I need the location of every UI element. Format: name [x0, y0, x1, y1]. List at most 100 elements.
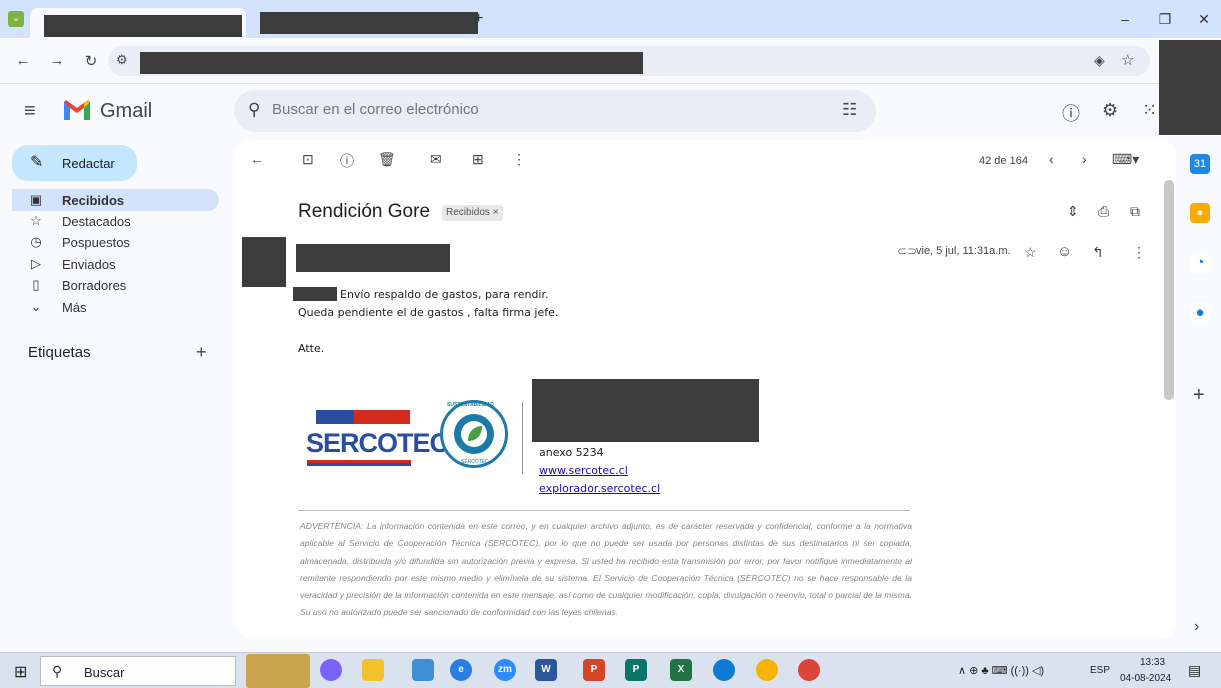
reply-icon[interactable]: ↰ — [1092, 244, 1104, 261]
clock-date[interactable]: 04-08-2024 — [1120, 673, 1171, 684]
system-tray-icons[interactable]: ∧ ⊕ ♣ ⌨ ((·)) ◁) — [958, 664, 1044, 677]
edge-legacy-icon[interactable]: e — [450, 659, 472, 681]
signature-divider — [522, 402, 523, 474]
windows-start-icon[interactable]: ⊞ — [14, 662, 27, 682]
redacted-signature-name — [532, 379, 759, 442]
delete-icon[interactable]: 🗑 — [378, 151, 396, 168]
seal-top-text: SUSTENTABILIDAD — [447, 402, 494, 408]
new-tab-icon[interactable]: + — [474, 10, 483, 28]
active-tab[interactable] — [30, 8, 246, 38]
site-info-icon[interactable]: ⚙ — [116, 52, 128, 68]
body-line-1: Envío respaldo de gastos, para rendir. — [340, 288, 549, 301]
expand-panel-icon[interactable]: › — [1194, 618, 1199, 636]
back-to-inbox-icon[interactable]: ← — [250, 151, 264, 167]
project-icon[interactable]: P — [625, 659, 647, 681]
search-options-icon[interactable]: ☷ — [842, 100, 857, 120]
taskbar-search-label: Buscar — [84, 665, 125, 680]
collapse-all-icon[interactable]: ⇕ — [1067, 203, 1079, 220]
label-tag-text: Recibidos — [446, 207, 490, 218]
reload-icon[interactable]: ↻ — [82, 52, 100, 70]
seal-bottom-text: SERCOTEC — [461, 459, 489, 465]
message-more-icon[interactable]: ⋮ — [1132, 244, 1146, 261]
open-new-window-icon[interactable]: ⧉ — [1130, 203, 1140, 220]
keyboard-icon[interactable]: ⌨▾ — [1112, 151, 1139, 168]
chrome-profile-icon[interactable] — [798, 659, 820, 681]
back-icon[interactable]: ← — [14, 52, 32, 69]
contacts-icon[interactable]: ● — [1190, 303, 1210, 323]
message-counter: 42 de 164 — [979, 155, 1028, 167]
scrollbar[interactable] — [1164, 180, 1174, 400]
more-options-icon[interactable]: ⋮ — [512, 151, 526, 168]
calendar-icon[interactable]: 31 — [1190, 154, 1210, 174]
disclaimer-divider — [298, 510, 910, 511]
move-to-icon[interactable]: ⊞ — [472, 151, 484, 168]
report-spam-icon[interactable]: ⓘ — [340, 151, 354, 171]
sercotec-link[interactable]: www.sercotec.cl — [539, 464, 628, 477]
store-icon[interactable] — [412, 659, 434, 681]
close-icon[interactable]: ✕ — [1189, 8, 1219, 30]
add-label-icon[interactable]: + — [196, 342, 207, 363]
tab-search-icon[interactable]: ⌄ — [8, 11, 24, 27]
sercotec-underline-icon — [307, 460, 411, 466]
message-date: vie, 5 jul, 11:31a.m. — [916, 245, 1011, 257]
clock-time[interactable]: 13:33 — [1140, 657, 1165, 668]
attachment-icon: ⊂⊃ — [897, 244, 918, 258]
older-icon[interactable]: › — [1082, 151, 1087, 167]
star-message-icon[interactable]: ☆ — [1024, 244, 1037, 261]
settings-gear-icon[interactable]: ⚙ — [1102, 100, 1118, 121]
search-highlight-icon[interactable] — [246, 654, 310, 688]
file-explorer-icon[interactable] — [362, 659, 384, 681]
emoji-react-icon[interactable]: ☺ — [1057, 243, 1072, 260]
redacted-profile — [1159, 40, 1221, 135]
apps-grid-icon[interactable]: ⁙ — [1142, 100, 1157, 121]
main-menu-icon[interactable]: ≡ — [24, 100, 36, 123]
language-indicator[interactable]: ESP — [1090, 665, 1110, 676]
notifications-icon[interactable]: ▤ — [1188, 662, 1201, 679]
legal-disclaimer: ADVERTENCIA: La información contenida en… — [300, 521, 912, 618]
copilot-icon[interactable] — [320, 659, 342, 681]
chrome-icon[interactable] — [756, 659, 778, 681]
star-icon: ☆ — [30, 213, 42, 228]
redacted-tab[interactable] — [260, 12, 478, 34]
bookmark-star-icon[interactable]: ☆ — [1121, 51, 1134, 69]
forward-icon[interactable]: → — [48, 52, 66, 69]
eye-icon[interactable]: ◈ — [1094, 52, 1105, 69]
compose-label: Redactar — [62, 156, 115, 171]
leaf-icon — [454, 414, 494, 454]
zoom-icon[interactable]: zm — [494, 659, 516, 681]
explorador-link[interactable]: explorador.sercotec.cl — [539, 482, 660, 495]
powerpoint-icon[interactable]: P — [583, 659, 605, 681]
taskbar-search[interactable] — [40, 656, 236, 686]
sustainability-seal: SUSTENTABILIDAD SERCOTEC — [440, 400, 508, 468]
restore-icon[interactable]: ❐ — [1150, 8, 1180, 30]
archive-icon[interactable]: ⊡ — [302, 151, 314, 168]
redacted-tab-title — [44, 15, 242, 37]
body-line-2: Queda pendiente el de gastos , falta fir… — [298, 306, 559, 319]
minimize-icon[interactable]: – — [1110, 8, 1140, 30]
labels-heading: Etiquetas — [28, 344, 91, 361]
tasks-icon[interactable]: ◔ — [1190, 253, 1210, 273]
sidebar-label-inbox: Recibidos — [62, 193, 125, 208]
print-icon[interactable]: ⎙ — [1098, 203, 1109, 220]
excel-icon[interactable]: X — [670, 659, 692, 681]
edge-icon[interactable] — [713, 659, 735, 681]
mark-unread-icon[interactable]: ✉ — [430, 151, 442, 168]
draft-icon: ▯ — [32, 277, 40, 292]
label-tag[interactable]: Recibidos × — [442, 205, 503, 221]
newer-icon[interactable]: ‹ — [1049, 151, 1054, 167]
sidebar-label-more: Más — [62, 300, 87, 315]
add-addon-icon[interactable]: + — [1193, 384, 1205, 407]
phone-annex: anexo 5234 — [539, 446, 604, 459]
search-input[interactable] — [272, 101, 812, 118]
message-subject: Rendición Gore — [298, 201, 431, 222]
word-icon[interactable]: W — [535, 659, 557, 681]
search-icon[interactable]: ⚲ — [248, 100, 260, 120]
help-icon[interactable]: ⓘ — [1062, 100, 1080, 126]
redacted-greeting — [293, 287, 337, 301]
send-icon: ▷ — [31, 256, 41, 271]
clock-icon: ◷ — [30, 234, 42, 249]
sercotec-logo-text: SERCOTEC — [306, 428, 449, 458]
sidebar-label-starred: Destacados — [62, 214, 131, 229]
redacted-sender — [296, 244, 450, 272]
keep-icon[interactable]: ● — [1190, 203, 1210, 223]
